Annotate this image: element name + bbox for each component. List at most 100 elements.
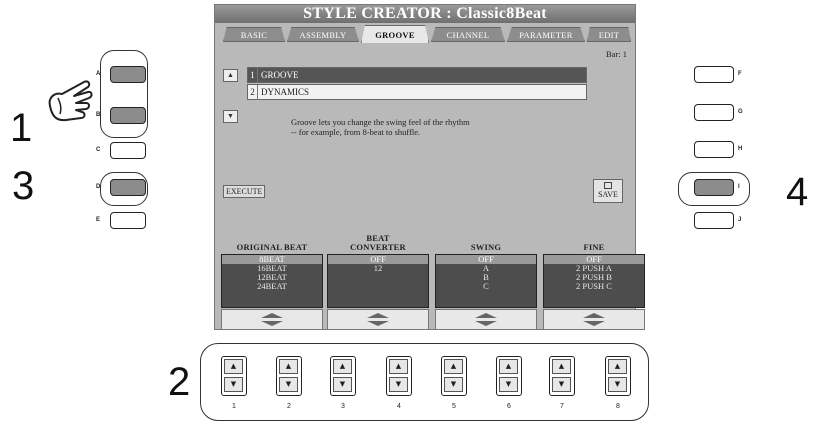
pad-number: 2 xyxy=(287,403,291,410)
up-triangle-icon xyxy=(583,313,605,318)
down-arrow-icon[interactable]: ▼ xyxy=(224,377,243,392)
down-triangle-icon xyxy=(583,321,605,326)
tab-channel[interactable]: CHANNEL xyxy=(431,27,505,42)
tab-basic[interactable]: BASIC xyxy=(223,27,285,42)
up-arrow-icon[interactable]: ▲ xyxy=(224,359,243,374)
up-down-button-3[interactable]: ▲ ▼ xyxy=(330,356,356,396)
pad-number: 4 xyxy=(397,403,401,410)
up-arrow-icon[interactable]: ▲ xyxy=(608,359,627,374)
up-down-button-6[interactable]: ▲ ▼ xyxy=(496,356,522,396)
list-item-groove[interactable]: 1 GROOVE xyxy=(247,67,587,83)
up-down-button-1[interactable]: ▲ ▼ xyxy=(221,356,247,396)
param-label: BEAT CONVERTER xyxy=(350,233,406,252)
button-d[interactable] xyxy=(110,179,146,196)
button-letter: E xyxy=(96,217,101,223)
pad-number: 1 xyxy=(232,403,236,410)
up-down-button-5[interactable]: ▲ ▼ xyxy=(441,356,467,396)
up-arrow-icon[interactable]: ▲ xyxy=(552,359,571,374)
up-down-buttons-panel: ▲ ▼ 1 ▲ ▼ 2 ▲ ▼ 3 ▲ ▼ 4 ▲ ▼ 5 ▲ ▼ 6 ▲ ▼ 7 ▲ ▼ 8 xyxy=(200,343,649,421)
save-icon xyxy=(604,182,612,189)
param-option: C xyxy=(483,281,489,291)
down-arrow-icon[interactable]: ▼ xyxy=(608,377,627,392)
save-button[interactable]: SAVE xyxy=(593,179,623,203)
up-arrow-icon[interactable]: ▲ xyxy=(499,359,518,374)
description-line: -- for example, from 8-beat to shuffle. xyxy=(291,127,421,137)
param-up-down-control[interactable] xyxy=(221,309,323,330)
up-arrow-icon[interactable]: ▲ xyxy=(333,359,352,374)
button-letter: H xyxy=(738,146,743,152)
down-arrow-icon[interactable]: ▼ xyxy=(279,377,298,392)
tab-edit[interactable]: EDIT xyxy=(587,27,631,42)
groove-menu-list: 1 GROOVE 2 DYNAMICS xyxy=(247,67,587,103)
button-h[interactable] xyxy=(694,141,734,158)
list-scroll-up-button[interactable]: ▲ xyxy=(223,69,238,82)
up-triangle-icon xyxy=(261,313,283,318)
param-option: 12 xyxy=(373,263,383,273)
param-label: FINE xyxy=(583,242,605,252)
button-c[interactable] xyxy=(110,142,146,159)
down-arrow-icon[interactable]: ▼ xyxy=(499,377,518,392)
param-up-down-control[interactable] xyxy=(435,309,537,330)
param-options[interactable]: 8BEAT 16BEAT 12BEAT 24BEAT xyxy=(221,254,323,308)
execute-label[interactable]: EXECUTE xyxy=(223,185,266,198)
list-item-dynamics[interactable]: 2 DYNAMICS xyxy=(247,84,587,100)
param-up-down-control[interactable] xyxy=(543,309,645,330)
param-beat-converter: BEAT CONVERTER OFF 12 xyxy=(327,223,429,331)
step-number-2: 2 xyxy=(168,360,191,404)
param-option: 24BEAT xyxy=(257,281,287,291)
down-arrow-icon[interactable]: ▼ xyxy=(444,377,463,392)
button-letter: F xyxy=(738,71,742,77)
highlight-ring-ab xyxy=(100,50,148,138)
up-down-button-2[interactable]: ▲ ▼ xyxy=(276,356,302,396)
button-g[interactable] xyxy=(694,104,734,121)
param-up-down-control[interactable] xyxy=(327,309,429,330)
up-down-button-7[interactable]: ▲ ▼ xyxy=(549,356,575,396)
button-j[interactable] xyxy=(694,212,734,229)
step-number-1: 1 xyxy=(10,106,33,150)
description-text: Groove lets you change the swing feel of… xyxy=(291,117,591,137)
description-line: Groove lets you change the swing feel of… xyxy=(291,117,470,127)
param-swing: SWING OFF A B C xyxy=(435,223,537,331)
param-options[interactable]: OFF 2 PUSH A 2 PUSH B 2 PUSH C xyxy=(543,254,645,308)
button-letter: D xyxy=(96,184,101,190)
param-options[interactable]: OFF 12 xyxy=(327,254,429,308)
up-arrow-icon[interactable]: ▲ xyxy=(279,359,298,374)
button-i[interactable] xyxy=(694,179,734,196)
button-f[interactable] xyxy=(694,66,734,83)
up-arrow-icon[interactable]: ▲ xyxy=(444,359,463,374)
down-triangle-icon xyxy=(261,321,283,326)
step-number-3: 3 xyxy=(12,164,35,208)
up-arrow-icon: ▲ xyxy=(227,71,234,79)
up-arrow-icon[interactable]: ▲ xyxy=(389,359,408,374)
down-arrow-icon[interactable]: ▼ xyxy=(389,377,408,392)
button-letter: G xyxy=(738,109,743,115)
step-number-4: 4 xyxy=(786,170,809,214)
list-scroll-down-button[interactable]: ▼ xyxy=(223,110,238,123)
down-arrow-icon: ▼ xyxy=(227,112,234,120)
param-fine: FINE OFF 2 PUSH A 2 PUSH B 2 PUSH C xyxy=(543,223,645,331)
button-a[interactable] xyxy=(110,66,146,83)
pointing-hand-icon xyxy=(48,80,93,122)
param-options[interactable]: OFF A B C xyxy=(435,254,537,308)
save-label: SAVE xyxy=(598,190,618,199)
down-triangle-icon xyxy=(367,321,389,326)
down-arrow-icon[interactable]: ▼ xyxy=(552,377,571,392)
button-b[interactable] xyxy=(110,107,146,124)
button-e[interactable] xyxy=(110,212,146,229)
param-label: ORIGINAL BEAT xyxy=(236,242,308,252)
param-original-beat: ORIGINAL BEAT 8BEAT 16BEAT 12BEAT 24BEAT xyxy=(221,223,323,331)
pad-number: 3 xyxy=(341,403,345,410)
up-triangle-icon xyxy=(367,313,389,318)
up-down-button-4[interactable]: ▲ ▼ xyxy=(386,356,412,396)
param-option: 2 PUSH C xyxy=(576,281,612,291)
screen-title: STYLE CREATOR : Classic8Beat xyxy=(215,5,635,23)
up-triangle-icon xyxy=(475,313,497,318)
button-letter: I xyxy=(738,184,740,190)
tab-assembly[interactable]: ASSEMBLY xyxy=(287,27,359,42)
tab-parameter[interactable]: PARAMETER xyxy=(507,27,585,42)
pad-number: 6 xyxy=(507,403,511,410)
down-arrow-icon[interactable]: ▼ xyxy=(333,377,352,392)
tab-groove[interactable]: GROOVE xyxy=(361,25,429,43)
up-down-button-8[interactable]: ▲ ▼ xyxy=(605,356,631,396)
bar-readout: Bar: 1 xyxy=(605,49,627,59)
